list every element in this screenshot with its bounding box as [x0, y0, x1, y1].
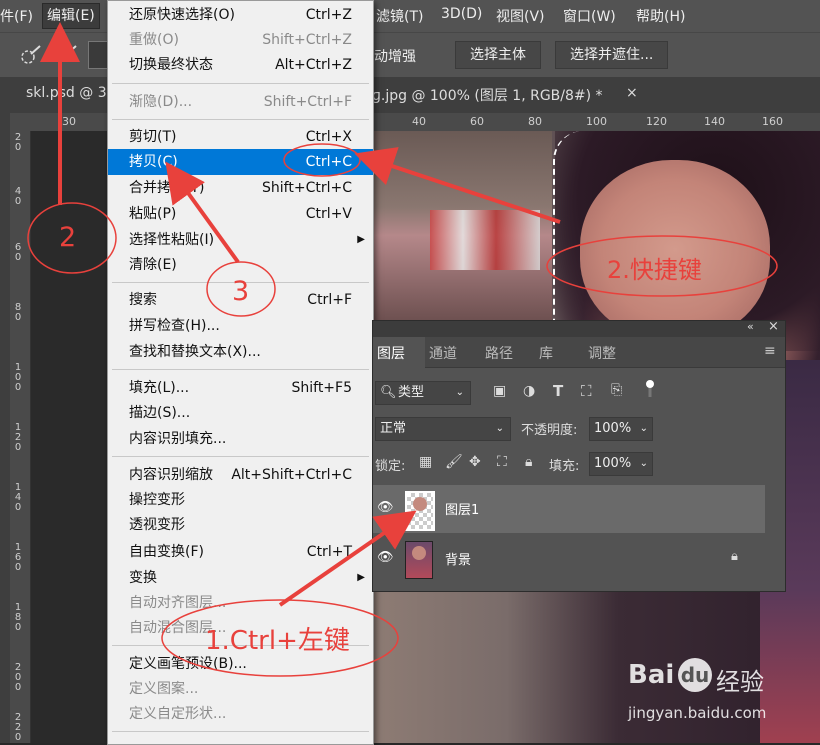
annotation-label-1: 1.Ctrl+左键 [205, 626, 350, 656]
annotation-overlay [27, 22, 778, 677]
watermark-url: jingyan.baidu.com [628, 704, 767, 722]
annotation-label-2: 2 [59, 222, 77, 253]
annotation-arrow-shortcut [354, 147, 561, 224]
baidu-logo: Bai du 经验 [628, 658, 764, 696]
annotation-label-shortcut: 2.快捷键 [607, 256, 702, 284]
annotation-label-3: 3 [232, 276, 250, 307]
annotation-circle-ctrlc [283, 143, 361, 177]
annotation-arrow-1 [278, 510, 417, 607]
annotation-arrow-3 [165, 161, 240, 264]
